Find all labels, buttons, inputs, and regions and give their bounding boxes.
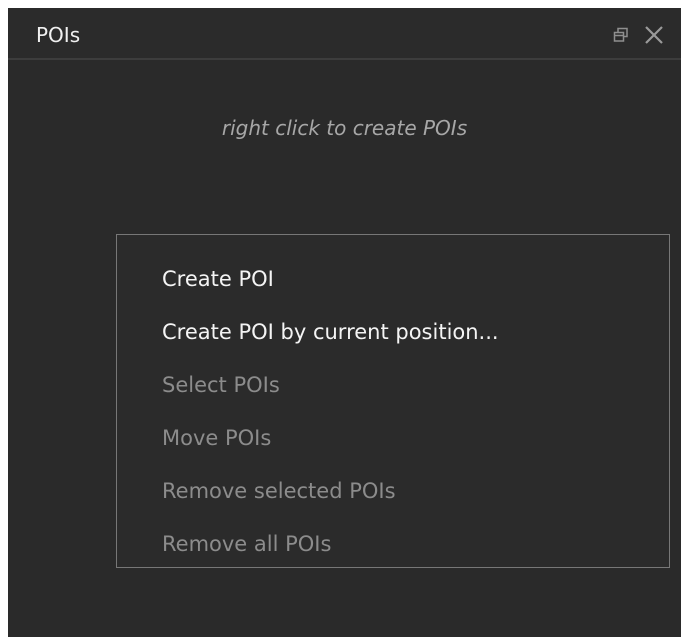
menu-item-create-poi[interactable]: Create POI <box>162 266 274 292</box>
close-icon[interactable] <box>641 23 667 47</box>
menu-item-move-pois[interactable]: Move POIs <box>162 425 271 451</box>
panel-title: POIs <box>36 23 81 47</box>
pois-panel: POIs right click to create POIs Create P… <box>8 8 681 637</box>
menu-item-select-pois[interactable]: Select POIs <box>162 372 280 398</box>
float-icon[interactable] <box>613 27 629 43</box>
top-strip <box>0 0 681 8</box>
context-menu: Create POI Create POI by current positio… <box>116 234 670 568</box>
empty-hint: right click to create POIs <box>221 116 468 140</box>
menu-item-create-poi-by-current-position[interactable]: Create POI by current position... <box>162 319 499 345</box>
menu-item-remove-selected-pois[interactable]: Remove selected POIs <box>162 478 396 504</box>
panel-titlebar[interactable]: POIs <box>8 8 681 60</box>
menu-item-remove-all-pois[interactable]: Remove all POIs <box>162 531 331 557</box>
